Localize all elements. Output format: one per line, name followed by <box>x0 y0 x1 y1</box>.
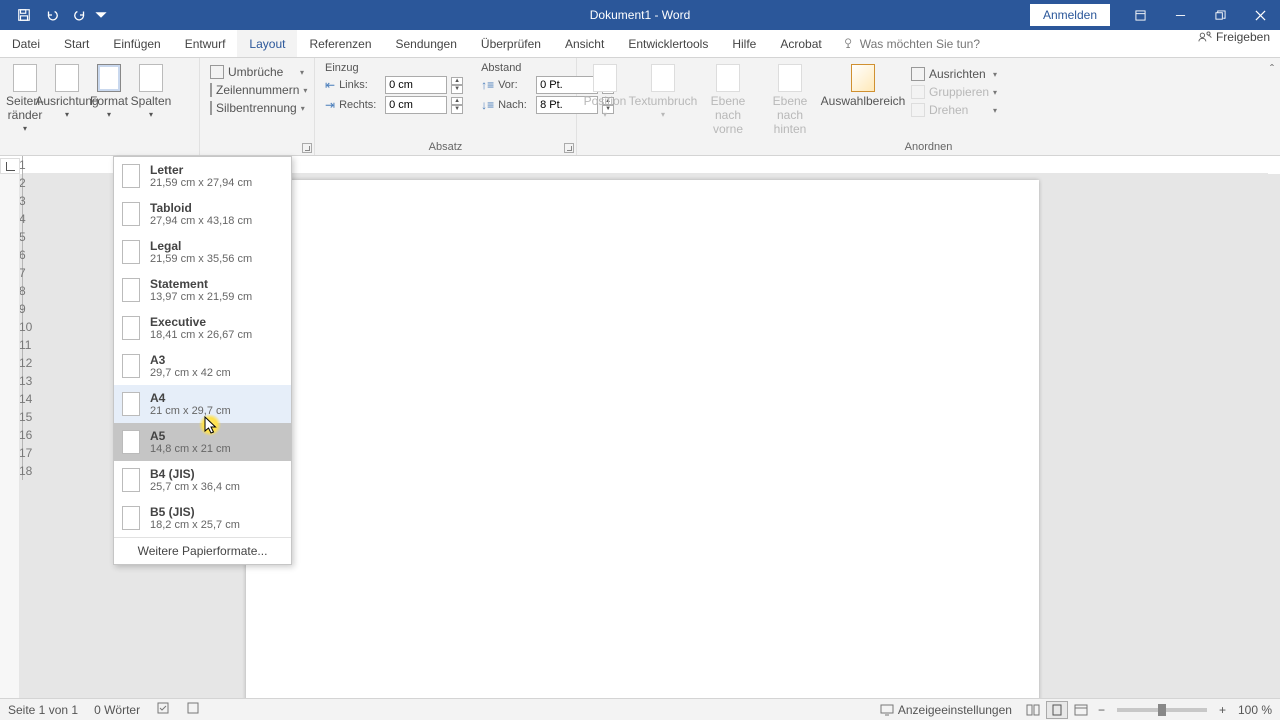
word-count[interactable]: 0 Wörter <box>86 703 148 717</box>
tab-acrobat[interactable]: Acrobat <box>768 30 833 57</box>
indent-left-icon: ⇤ <box>325 78 335 92</box>
paper-size-a3[interactable]: A329,7 cm x 42 cm <box>114 347 291 385</box>
titlebar: Dokument1 - Word Anmelden <box>0 0 1280 30</box>
statusbar: Seite 1 von 1 0 Wörter Anzeigeeinstellun… <box>0 698 1280 720</box>
save-button[interactable] <box>10 0 38 30</box>
paper-thumb-icon <box>122 240 140 264</box>
redo-button[interactable] <box>66 0 94 30</box>
paper-thumb-icon <box>122 430 140 454</box>
paper-size-tabloid[interactable]: Tabloid27,94 cm x 43,18 cm <box>114 195 291 233</box>
proofing-icon[interactable] <box>148 701 178 718</box>
paper-size-a5[interactable]: A514,8 cm x 21 cm <box>114 423 291 461</box>
paper-size-a4[interactable]: A421 cm x 29,7 cm <box>114 385 291 423</box>
breaks-button[interactable]: Umbrüche▾ <box>206 64 308 80</box>
tab-ansicht[interactable]: Ansicht <box>553 30 616 57</box>
spacing-after-icon: ↓≡ <box>481 98 494 112</box>
ribbon: Seiten- ränder▾ Ausrichtung▾ Format▾ Spa… <box>0 58 1280 156</box>
tab-entwurf[interactable]: Entwurf <box>173 30 238 57</box>
window-title: Dokument1 - Word <box>590 8 690 22</box>
collapse-ribbon-icon[interactable]: ˆ <box>1270 62 1274 76</box>
paper-size-legal[interactable]: Legal21,59 cm x 35,56 cm <box>114 233 291 271</box>
zoom-out[interactable]: − <box>1094 703 1109 717</box>
paragraph-group-label: Absatz <box>315 139 576 155</box>
zoom-in[interactable]: + <box>1215 703 1230 717</box>
indent-right-icon: ⇥ <box>325 98 335 112</box>
tab-selector[interactable] <box>0 158 20 174</box>
arrange-group-label: Anordnen <box>577 139 1280 155</box>
align-button[interactable]: Ausrichten▾ <box>907 66 1001 82</box>
paper-size-statement[interactable]: Statement13,97 cm x 21,59 cm <box>114 271 291 309</box>
paper-size-executive[interactable]: Executive18,41 cm x 26,67 cm <box>114 309 291 347</box>
size-button[interactable]: Format▾ <box>88 60 130 155</box>
tell-me-placeholder: Was möchten Sie tun? <box>860 37 980 51</box>
ribbon-display-options[interactable] <box>1120 0 1160 30</box>
maximize-button[interactable] <box>1200 0 1240 30</box>
paper-thumb-icon <box>122 202 140 226</box>
indent-left[interactable]: ⇤Links:▲▼ <box>325 76 463 94</box>
display-settings[interactable]: Anzeigeeinstellungen <box>880 703 1020 717</box>
more-paper-sizes[interactable]: Weitere Papierformate... <box>114 537 291 564</box>
qat-customize[interactable] <box>94 0 108 30</box>
tab-datei[interactable]: Datei <box>0 30 52 57</box>
paper-size-menu: Letter21,59 cm x 27,94 cmTabloid27,94 cm… <box>113 156 292 565</box>
paper-thumb-icon <box>122 316 140 340</box>
line-numbers-button[interactable]: Zeilennummern▾ <box>206 82 308 98</box>
tab-ueberpruefen[interactable]: Überprüfen <box>469 30 553 57</box>
ribbon-tabs: Datei Start Einfügen Entwurf Layout Refe… <box>0 30 1280 58</box>
paper-thumb-icon <box>122 392 140 416</box>
tab-referenzen[interactable]: Referenzen <box>297 30 383 57</box>
tab-sendungen[interactable]: Sendungen <box>384 30 469 57</box>
paper-thumb-icon <box>122 278 140 302</box>
paper-thumb-icon <box>122 468 140 492</box>
undo-button[interactable] <box>38 0 66 30</box>
paper-thumb-icon <box>122 354 140 378</box>
minimize-button[interactable] <box>1160 0 1200 30</box>
page-indicator[interactable]: Seite 1 von 1 <box>0 703 86 717</box>
paper-thumb-icon <box>122 164 140 188</box>
close-button[interactable] <box>1240 0 1280 30</box>
zoom-slider[interactable] <box>1117 708 1207 712</box>
tab-einfuegen[interactable]: Einfügen <box>101 30 172 57</box>
paper-thumb-icon <box>122 506 140 530</box>
share-label: Freigeben <box>1216 30 1270 44</box>
tab-entwicklertools[interactable]: Entwicklertools <box>616 30 720 57</box>
indent-header: Einzug <box>325 62 463 74</box>
tab-layout[interactable]: Layout <box>237 30 297 57</box>
web-layout-button[interactable] <box>1070 701 1092 719</box>
page-setup-launcher[interactable] <box>302 143 312 153</box>
paper-size-b5jis[interactable]: B5 (JIS)18,2 cm x 25,7 cm <box>114 499 291 537</box>
paper-size-b4jis[interactable]: B4 (JIS)25,7 cm x 36,4 cm <box>114 461 291 499</box>
tell-me-search[interactable]: Was möchten Sie tun? <box>842 30 980 57</box>
print-layout-button[interactable] <box>1046 701 1068 719</box>
sign-in-button[interactable]: Anmelden <box>1030 4 1110 26</box>
zoom-level[interactable]: 100 % <box>1232 703 1272 717</box>
spacing-before-icon: ↑≡ <box>481 78 494 92</box>
paragraph-launcher[interactable] <box>564 143 574 153</box>
orientation-button[interactable]: Ausrichtung▾ <box>46 60 88 155</box>
hyphenation-button[interactable]: Silbentrennung▾ <box>206 100 308 116</box>
tab-start[interactable]: Start <box>52 30 101 57</box>
share-button[interactable]: Freigeben <box>1198 30 1270 44</box>
rotate-button: Drehen▾ <box>907 102 1001 118</box>
macro-icon[interactable] <box>178 701 208 718</box>
indent-right[interactable]: ⇥Rechts:▲▼ <box>325 96 463 114</box>
group-button: Gruppieren▾ <box>907 84 1001 100</box>
columns-button[interactable]: Spalten▾ <box>130 60 172 155</box>
read-mode-button[interactable] <box>1022 701 1044 719</box>
paper-size-letter[interactable]: Letter21,59 cm x 27,94 cm <box>114 157 291 195</box>
vertical-ruler[interactable] <box>0 174 20 698</box>
tab-hilfe[interactable]: Hilfe <box>720 30 768 57</box>
